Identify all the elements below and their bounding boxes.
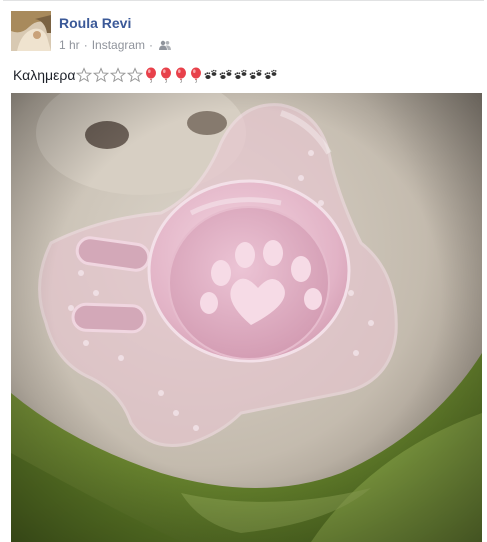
paw-prints-icon [249, 69, 263, 81]
meta-separator-2: · [149, 38, 154, 52]
star-icon [110, 67, 127, 83]
paw-prints-icon [264, 69, 278, 81]
friends-icon[interactable] [159, 40, 172, 50]
balloon-icon [144, 67, 158, 83]
balloon-icon [174, 67, 188, 83]
post-photo[interactable] [11, 93, 482, 542]
paw-prints-icon [234, 69, 248, 81]
source-link[interactable]: Instagram [92, 38, 145, 52]
star-icon [127, 67, 144, 83]
star-icon [93, 67, 110, 83]
timestamp-link[interactable]: 1 hr [59, 38, 80, 52]
balloon-icon [189, 67, 203, 83]
post-card: Roula Revi 1 hr · Instagram · Καλημερα [3, 0, 484, 542]
author-name-link[interactable]: Roula Revi [59, 15, 131, 31]
post-meta: 1 hr · Instagram · [59, 38, 172, 52]
balloon-icon [159, 67, 173, 83]
meta-separator: · [83, 38, 88, 52]
star-icon [76, 67, 93, 83]
paw-prints-icon [219, 69, 233, 81]
paw-prints-icon [204, 69, 218, 81]
avatar[interactable] [11, 11, 51, 51]
caption-text: Καλημερα [13, 67, 76, 83]
post-caption: Καλημερα [13, 67, 278, 83]
